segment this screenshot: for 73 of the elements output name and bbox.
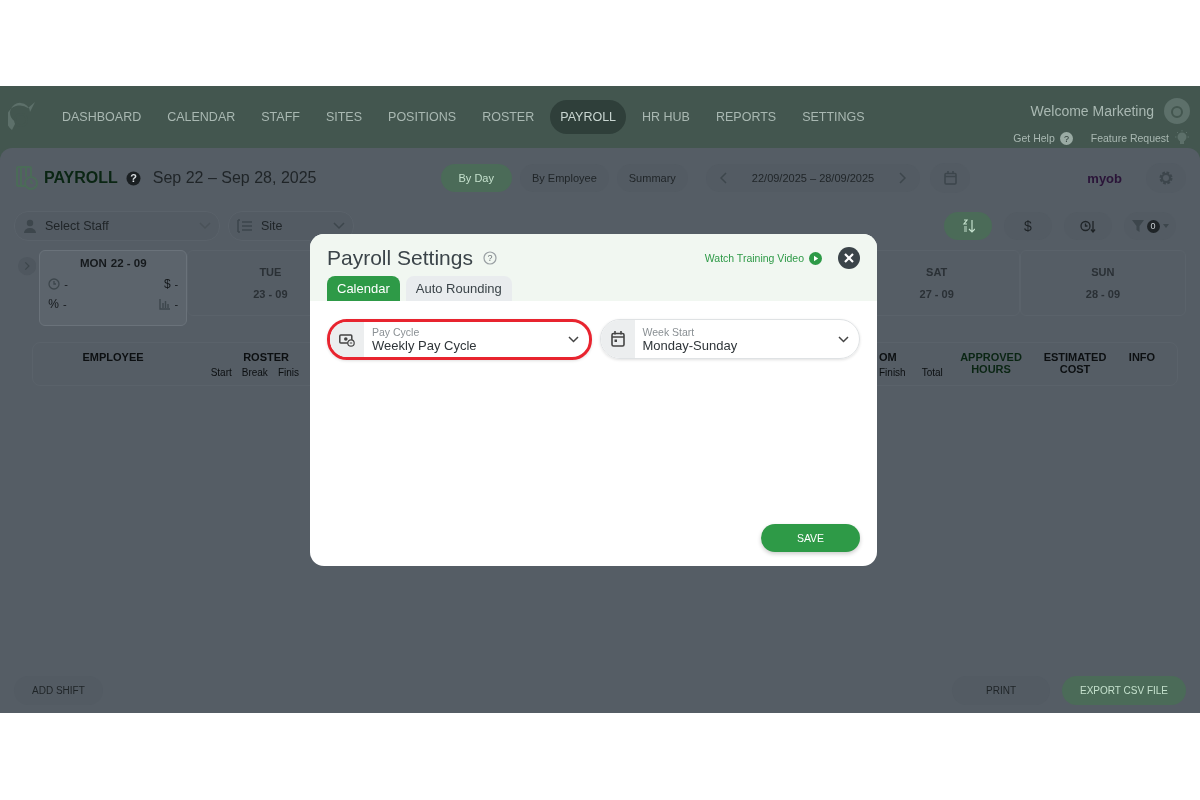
bar-chart-icon: [158, 298, 171, 310]
nav-item[interactable]: REPORTS: [705, 100, 787, 134]
column-subheader: Start: [210, 367, 232, 378]
footer-button[interactable]: EXPORT CSV FILE: [1062, 675, 1186, 705]
period-range: 22/09/2025 – 28/09/2025: [751, 172, 875, 184]
page-title: PAYROLL: [44, 169, 118, 187]
stat-value: -: [62, 298, 67, 310]
column-header: ESTIMATED COST: [1042, 351, 1108, 375]
nav-item[interactable]: CALENDAR: [157, 100, 246, 134]
staff-select[interactable]: Select Staff: [14, 211, 220, 241]
nav-item[interactable]: SETTINGS: [792, 100, 875, 134]
dropdown-field[interactable]: Pay Cycle Weekly Pay Cycle: [327, 319, 592, 360]
help-icon: ?: [125, 170, 141, 186]
date-range: Sep 22 – Sep 28, 2025: [152, 169, 317, 187]
stat-value: -: [174, 298, 179, 310]
lightbulb-icon: [1174, 130, 1190, 146]
nav-item[interactable]: POSITIONS: [378, 100, 467, 134]
calendar-icon: [610, 331, 625, 347]
close-icon[interactable]: [838, 247, 860, 269]
filter-count: 0: [1146, 219, 1160, 233]
chevron-down-icon: [567, 336, 579, 343]
nav-item[interactable]: ROSTER: [472, 100, 545, 134]
nav-item[interactable]: HR HUB: [632, 100, 700, 134]
welcome-text: Welcome Marketing: [1030, 103, 1154, 119]
day-card[interactable]: MON 22 - 09 - $ - % - -: [39, 250, 188, 326]
money-icon: [339, 332, 355, 347]
stat-symbol: $: [163, 277, 171, 291]
view-tab[interactable]: By Day: [440, 164, 512, 192]
chevron-down-icon: [838, 335, 849, 343]
stat-value: -: [174, 278, 179, 290]
select-input[interactable]: Select Staff: [43, 218, 193, 234]
top-link[interactable]: Get Help: [1013, 132, 1055, 144]
field-label: Week Start: [642, 325, 696, 338]
clock-sort-icon: [1080, 219, 1096, 233]
field-label: Pay Cycle: [372, 326, 421, 338]
play-icon: [809, 251, 822, 265]
integration-logo: myob: [1087, 170, 1122, 186]
chevron-right-icon[interactable]: [18, 256, 37, 276]
field-value: Weekly Pay Cycle: [372, 338, 478, 353]
nav-item[interactable]: STAFF: [251, 100, 310, 134]
column-header: ROSTER: [243, 351, 289, 363]
day-date: 22 - 09: [110, 257, 147, 269]
nav-item[interactable]: PAYROLL: [550, 100, 627, 134]
calendar-icon: [943, 171, 957, 185]
column-subheader: Break: [241, 367, 268, 378]
save-button[interactable]: SAVE: [761, 524, 860, 552]
column-subheader: Finish: [879, 367, 906, 378]
tab[interactable]: Auto Rounding: [405, 276, 512, 301]
training-video-link[interactable]: Watch Training Video: [704, 252, 804, 264]
sort-alpha-icon: [961, 219, 975, 233]
stat-value: -: [64, 278, 68, 290]
select-input[interactable]: Site: [259, 218, 327, 234]
column-header: APPROVED HOURS: [959, 351, 1023, 375]
sort-button[interactable]: [944, 212, 992, 240]
clock-icon: [48, 278, 61, 290]
site-select[interactable]: Site: [228, 211, 354, 241]
nav-item[interactable]: SITES: [315, 100, 373, 134]
avatar-icon: [1164, 98, 1190, 124]
column-header: INFO: [1128, 351, 1156, 363]
top-link[interactable]: Feature Request: [1090, 132, 1169, 144]
day-name: MON: [79, 257, 107, 269]
column-subheader: Total: [921, 367, 943, 378]
chevron-left-icon[interactable]: [719, 172, 728, 184]
tab[interactable]: Calendar: [327, 276, 400, 301]
column-header: EMPLOYEE: [82, 351, 144, 363]
stat-symbol: %: [48, 297, 59, 311]
column-subheader: Finis: [277, 367, 299, 378]
help-icon: ?: [1059, 131, 1073, 145]
help-icon: ?: [482, 251, 497, 265]
settings-icon: [1158, 170, 1174, 186]
nav-item[interactable]: DASHBOARD: [52, 100, 152, 134]
field-value: Monday-Sunday: [642, 337, 739, 353]
column-header: OM: [879, 351, 897, 363]
